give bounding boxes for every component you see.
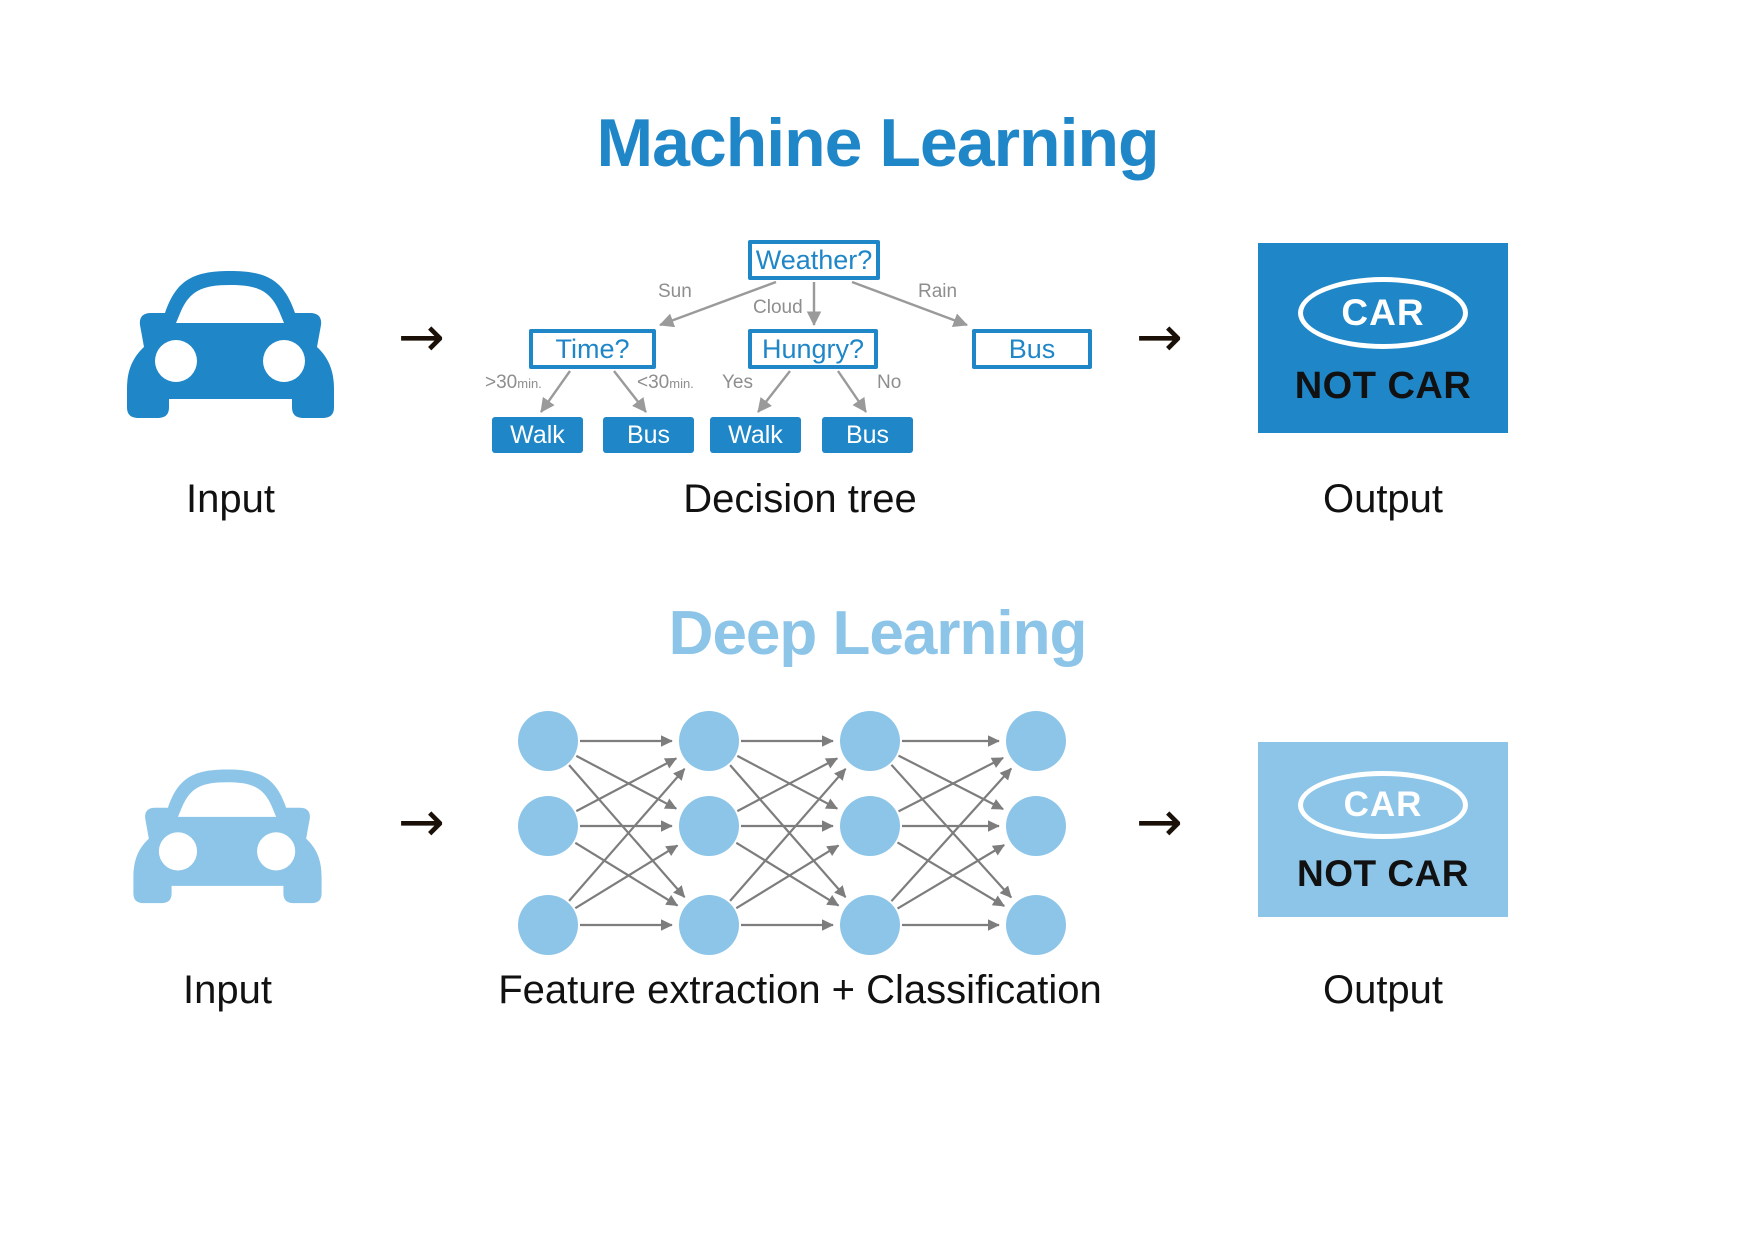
tree-edge-label-lt30-unit: min. <box>669 376 694 391</box>
nn-connection <box>890 767 1013 902</box>
dl-arrow-network-to-output: → <box>1136 790 1183 855</box>
tree-edge-label-cloud: Cloud <box>753 297 803 318</box>
neural-network-diagram <box>518 711 1066 955</box>
dl-middle-caption: Feature extraction + Classification <box>498 968 1102 1012</box>
dl-arrow-input-to-network: → <box>398 790 445 855</box>
tree-edge-label-sun: Sun <box>658 281 692 302</box>
nn-connection <box>896 841 1005 907</box>
dl-input-caption: Input <box>183 968 272 1012</box>
dl-output-card: CAR NOT CAR <box>1258 742 1508 917</box>
nn-node[interactable] <box>679 711 739 771</box>
tree-edge-label-rain: Rain <box>918 281 958 302</box>
nn-connection <box>729 768 847 902</box>
ml-middle-caption: Decision tree <box>683 477 917 521</box>
tree-edge-label-gt30-unit: min. <box>517 376 542 391</box>
tree-node-time[interactable]: Time? <box>529 329 656 369</box>
deep-learning-title: Deep Learning <box>668 599 1088 668</box>
nn-connection <box>575 757 678 813</box>
tree-edge-label-gt30-value: >30 <box>485 372 518 393</box>
nn-node[interactable] <box>518 711 578 771</box>
tree-edge-label-lt30: <30min. <box>637 372 694 394</box>
infographic-canvas: Machine Learning Input → Weather? Time? … <box>0 0 1755 1241</box>
nn-node[interactable] <box>1006 895 1066 955</box>
dl-output-caption: Output <box>1322 968 1444 1012</box>
tree-leaf-walk-2[interactable]: Walk <box>710 417 801 453</box>
nn-node[interactable] <box>679 796 739 856</box>
nn-node[interactable] <box>518 895 578 955</box>
ml-output-card: CAR NOT CAR <box>1258 243 1508 433</box>
nn-connection <box>568 768 686 902</box>
nn-node[interactable] <box>840 711 900 771</box>
nn-node[interactable] <box>840 796 900 856</box>
tree-edge-label-gt30: >30min. <box>485 372 542 394</box>
nn-connection <box>736 757 839 813</box>
tree-leaf-walk-1[interactable]: Walk <box>492 417 583 453</box>
ml-output-notcar-label: NOT CAR <box>1294 364 1472 407</box>
tree-node-bus[interactable]: Bus <box>972 329 1092 369</box>
ml-output-car-badge: CAR <box>1298 276 1468 349</box>
nn-node[interactable] <box>1006 711 1066 771</box>
nn-node[interactable] <box>840 895 900 955</box>
nn-connection <box>575 754 678 810</box>
ml-output-caption: Output <box>1322 477 1444 521</box>
dl-output-notcar-label: NOT CAR <box>1296 852 1470 894</box>
tree-edge-label-no: No <box>877 372 902 393</box>
ml-arrow-tree-to-output: → <box>1136 305 1183 370</box>
tree-edge-label-lt30-value: <30 <box>637 372 670 393</box>
nn-connection <box>735 841 840 907</box>
nn-connection <box>897 756 1004 813</box>
nn-connection <box>736 754 839 810</box>
nn-connection <box>897 754 1004 811</box>
tree-leaf-bus-2[interactable]: Bus <box>822 417 913 453</box>
dl-input-car-icon <box>133 769 322 904</box>
tree-node-hungry[interactable]: Hungry? <box>748 329 878 369</box>
nn-connection <box>574 841 679 907</box>
nn-node[interactable] <box>1006 796 1066 856</box>
dl-output-car-badge: CAR <box>1298 770 1468 839</box>
tree-edge-label-yes: Yes <box>722 372 753 393</box>
nn-node[interactable] <box>518 796 578 856</box>
tree-leaf-bus-1[interactable]: Bus <box>603 417 694 453</box>
nn-node[interactable] <box>679 895 739 955</box>
tree-node-weather[interactable]: Weather? <box>748 240 880 280</box>
